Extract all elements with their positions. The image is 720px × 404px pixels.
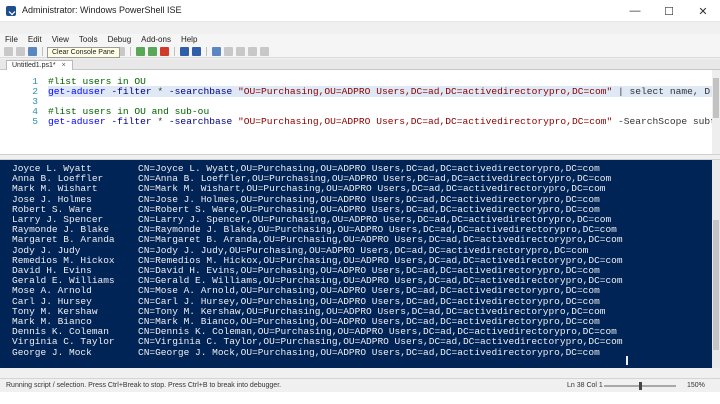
code-param: -searchbase [168,116,233,127]
show-script-pane-maximized-icon[interactable] [236,47,245,56]
console-scrollbar[interactable] [712,160,720,368]
code-cmdlet: get-aduser [48,116,106,127]
code-string: "OU=Purchasing,OU=ADPRO Users,DC=ad,DC=a… [232,86,613,97]
script-editor[interactable]: 1 2 3 4 5 #list users in OU get-aduser -… [0,70,720,154]
title-bar: Administrator: Windows PowerShell ISE — … [0,0,720,22]
user-name: Mark M. Wishart [12,183,98,195]
menu-debug[interactable]: Debug [103,34,137,46]
tab-label: Untitled1.ps1* [12,62,56,69]
code-line-selected: get-aduser -filter * -searchbase "OU=Pur… [48,86,720,97]
menu-file[interactable]: File [0,34,23,46]
status-text: Running script / selection. Press Ctrl+B… [6,382,282,389]
show-script-pane-top-icon[interactable] [212,47,221,56]
code-cmdlet: get-aduser [48,86,106,97]
code-param: -filter [105,116,152,127]
distinguished-name: CN=George J. Mock,OU=Purchasing,OU=ADPRO… [138,346,600,358]
console-scroll-thumb[interactable] [713,220,719,350]
show-command-window-icon[interactable] [248,47,257,56]
zoom-slider[interactable] [604,382,676,390]
code-param: -searchbase [168,86,233,97]
window-controls: — ☐ ✕ [618,0,720,22]
code-param: -filter [105,86,152,97]
toolbar-separator [130,47,131,56]
minimize-button[interactable]: — [618,0,652,22]
start-powershell-icon[interactable] [192,47,201,56]
window-title: Administrator: Windows PowerShell ISE [22,5,182,15]
menu-tools[interactable]: Tools [74,34,103,46]
code-wildcard: * [151,116,169,127]
menu-edit[interactable]: Edit [23,34,47,46]
show-command-addon-icon[interactable] [260,47,269,56]
powershell-ise-window: Administrator: Windows PowerShell ISE — … [0,0,720,404]
code-tail: -SearchScope subt [612,116,716,127]
new-script-icon[interactable] [4,47,13,56]
save-icon[interactable] [28,47,37,56]
console-cursor [626,356,628,365]
menu-view[interactable]: View [47,34,74,46]
toolbar-separator [174,47,175,56]
toolbar-separator [42,47,43,56]
zoom-slider-knob[interactable] [638,382,642,390]
clear-console-tooltip: Clear Console Pane [47,47,120,58]
zoom-level: 150% [687,382,705,389]
menu-bar: File Edit View Tools Debug Add-ons Help [0,34,720,46]
editor-scroll-thumb[interactable] [713,78,719,118]
code-tail: | select name, D [612,86,711,97]
toolbar-separator [206,47,207,56]
show-script-pane-right-icon[interactable] [224,47,233,56]
script-tab-strip: Untitled1.ps1* × [0,59,720,70]
user-name: Margaret B. Aranda [12,234,115,246]
editor-scrollbar[interactable] [712,70,720,154]
bottom-strip [0,392,720,404]
user-name: George J. Mock [12,346,92,358]
tab-close-icon[interactable]: × [62,62,66,69]
menu-help[interactable]: Help [176,34,202,46]
tab-untitled1[interactable]: Untitled1.ps1* × [6,60,73,70]
console-output-row: George J. Mock CN=George J. Mock,OU=Purch… [12,346,600,358]
maximize-button[interactable]: ☐ [652,0,686,22]
cursor-position: Ln 38 Col 1 [567,382,603,389]
line-number: 5 [32,116,38,127]
code-string: "OU=Purchasing,OU=ADPRO Users,DC=ad,DC=a… [232,116,613,127]
stop-icon[interactable] [160,47,169,56]
code-line: get-aduser -filter * -searchbase "OU=Pur… [48,116,716,127]
run-script-icon[interactable] [136,47,145,56]
console-pane[interactable]: Joyce L. Wyatt CN=Joyce L. Wyatt,OU=Purch… [0,160,712,368]
powershell-ise-icon [6,6,16,16]
new-remote-tab-icon[interactable] [180,47,189,56]
code-area[interactable]: #list users in OU get-aduser -filter * -… [48,70,720,154]
menu-add-ons[interactable]: Add-ons [136,34,176,46]
line-number-gutter: 1 2 3 4 5 [0,70,42,154]
status-bar: Running script / selection. Press Ctrl+B… [0,378,720,392]
run-selection-icon[interactable] [148,47,157,56]
code-wildcard: * [151,86,169,97]
user-name: Mose A. Arnold [12,285,92,297]
user-name: Virginia C. Taylor [12,336,115,348]
open-icon[interactable] [16,47,25,56]
close-button[interactable]: ✕ [686,0,720,22]
